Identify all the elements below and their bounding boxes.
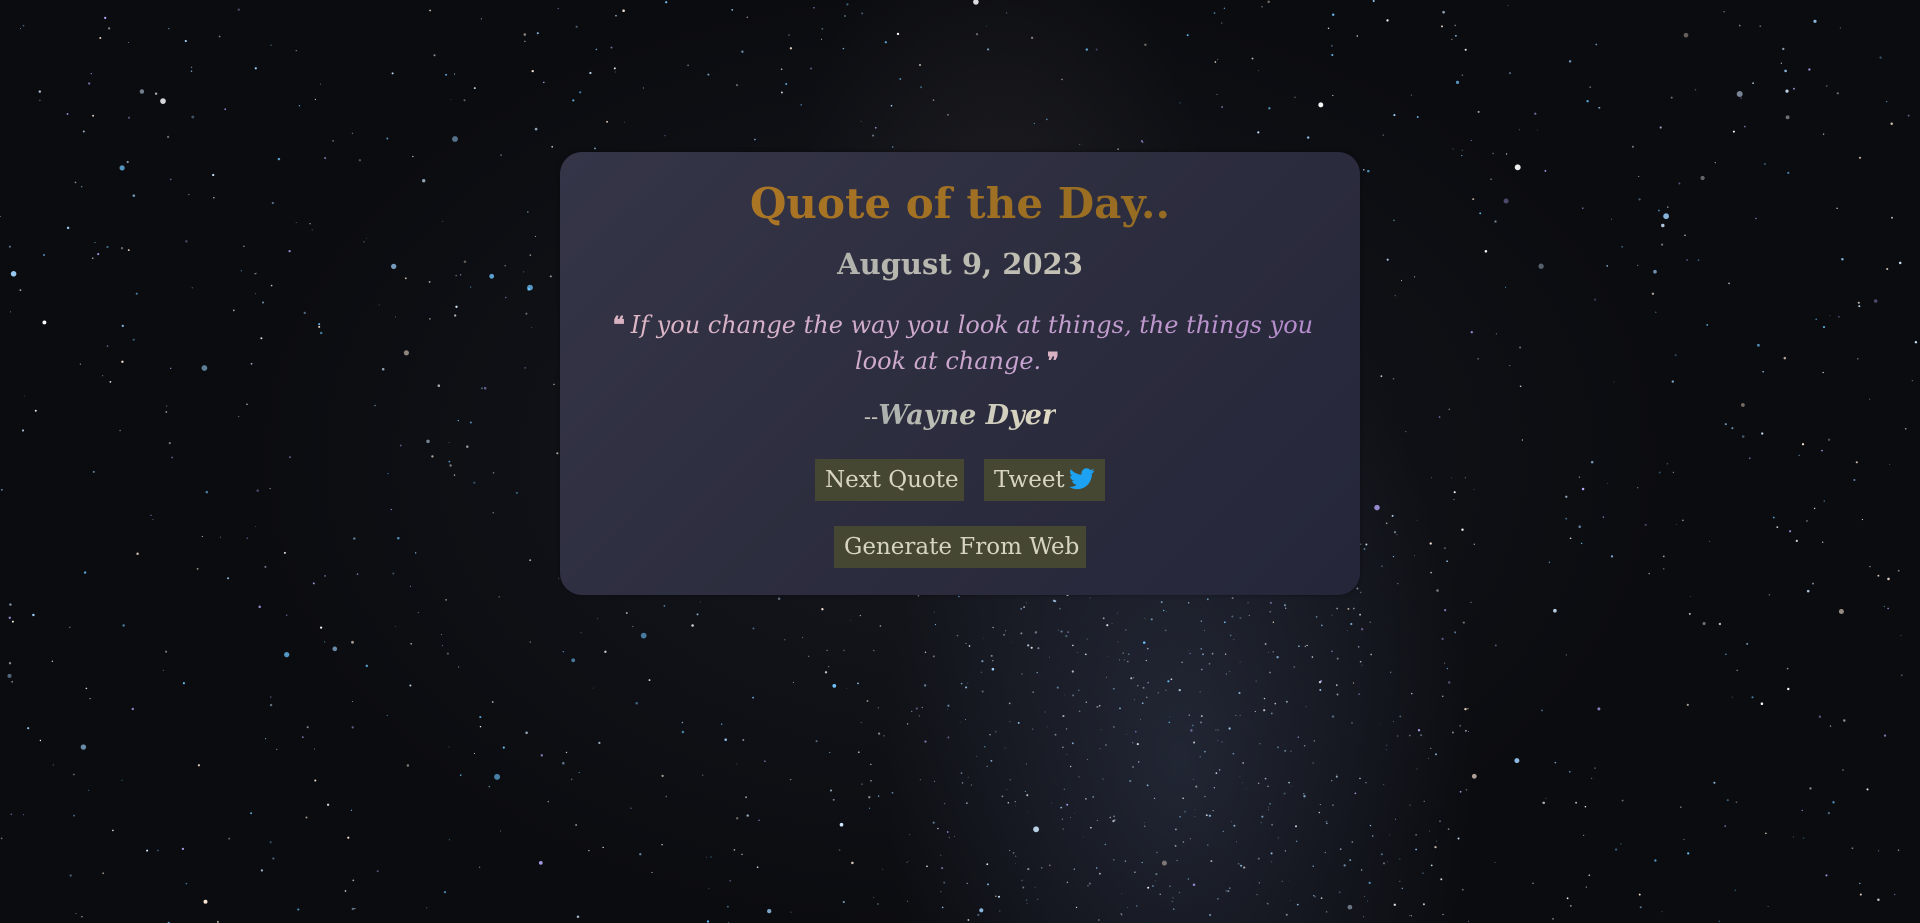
- open-quote-icon: ❝: [612, 312, 625, 338]
- tweet-button[interactable]: Tweet: [984, 459, 1105, 501]
- author-prefix: --: [863, 405, 879, 429]
- quote-date: August 9, 2023: [560, 244, 1360, 284]
- next-quote-button[interactable]: Next Quote: [815, 459, 964, 501]
- tweet-button-label: Tweet: [994, 467, 1065, 493]
- quote-card: Quote of the Day.. August 9, 2023 ❝ If yo…: [560, 152, 1360, 595]
- author-name: Wayne Dyer: [878, 400, 1057, 431]
- quote-text-block: ❝ If you change the way you look at thing…: [600, 307, 1320, 379]
- quote-text: If you change the way you look at things…: [630, 311, 1314, 375]
- page-title: Quote of the Day..: [560, 176, 1360, 232]
- twitter-icon: [1068, 468, 1095, 490]
- quote-author: --Wayne Dyer: [560, 396, 1360, 437]
- close-quote-icon: ❞: [1047, 348, 1060, 374]
- generate-from-web-button[interactable]: Generate From Web: [834, 526, 1086, 568]
